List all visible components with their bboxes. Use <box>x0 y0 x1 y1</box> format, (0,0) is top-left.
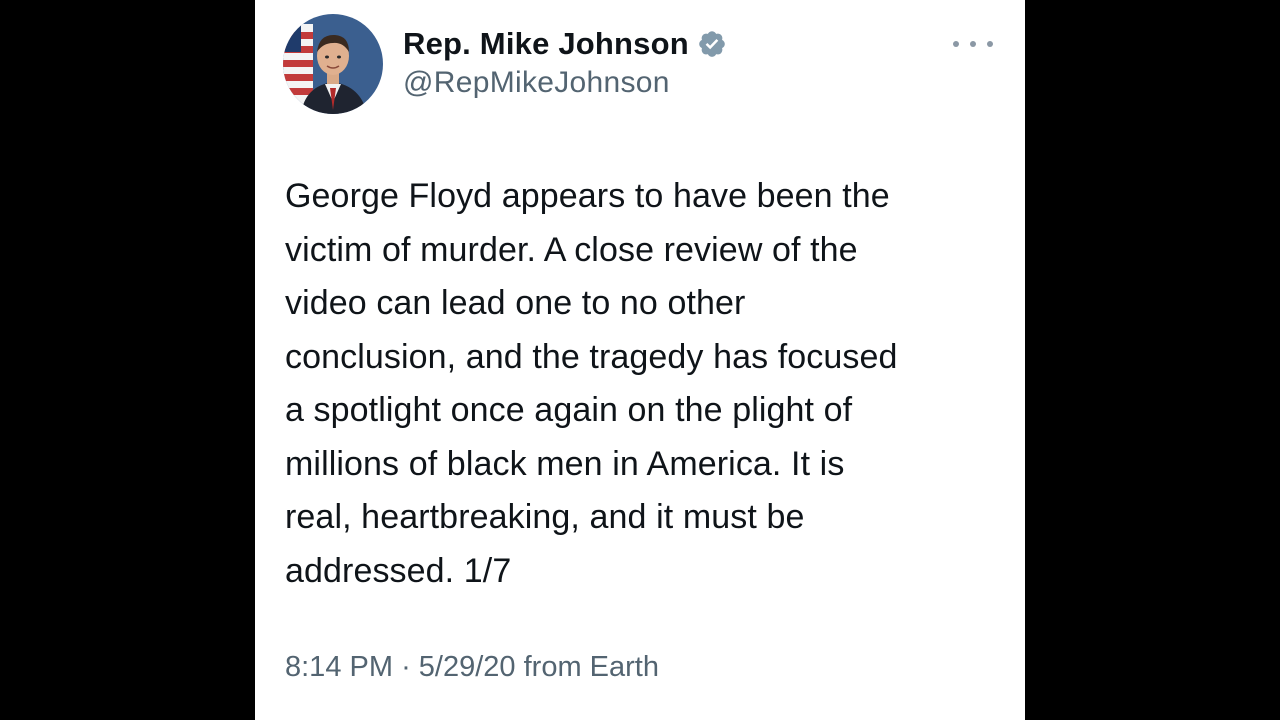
tweet-text: George Floyd appears to have been the vi… <box>285 170 995 598</box>
tweet-text-line: real, heartbreaking, and it must be <box>285 498 805 536</box>
avatar-image <box>283 14 383 114</box>
tweet-text-line: addressed. 1/7 <box>285 551 512 590</box>
tweet-source: from Earth <box>523 651 659 683</box>
tweet-text-line: a spotlight once again on the plight of <box>285 391 853 429</box>
tweet-time[interactable]: 8:14 PM <box>285 651 393 683</box>
verified-badge-icon <box>699 31 725 57</box>
author-name-row: Rep. Mike Johnson <box>403 24 727 64</box>
tweet-text-line: conclusion, and the tragedy has focused <box>285 337 898 376</box>
user-handle[interactable]: @RepMikeJohnson <box>403 66 670 100</box>
tweet-text-line: victim of murder. A close review of the <box>285 230 858 269</box>
meta-separator: · <box>401 651 411 683</box>
display-name[interactable]: Rep. Mike Johnson <box>403 26 689 62</box>
more-dot <box>970 41 976 47</box>
tweet-date[interactable]: 5/29/20 <box>419 651 516 683</box>
more-dot <box>953 41 959 47</box>
tweet-card: Rep. Mike Johnson @RepMikeJohnson George… <box>255 0 1025 720</box>
screenshot-frame: Rep. Mike Johnson @RepMikeJohnson George… <box>0 0 1280 720</box>
tweet-metadata: 8:14 PM · 5/29/20 from Earth <box>285 651 659 684</box>
more-options-icon[interactable] <box>953 30 993 58</box>
more-dot <box>987 41 993 47</box>
avatar[interactable] <box>283 14 383 114</box>
tweet-text-line: millions of black men in America. It is <box>285 444 845 483</box>
tweet-text-line: George Floyd appears to have been the <box>285 177 890 215</box>
tweet-text-line: video can lead one to no other <box>285 284 746 322</box>
